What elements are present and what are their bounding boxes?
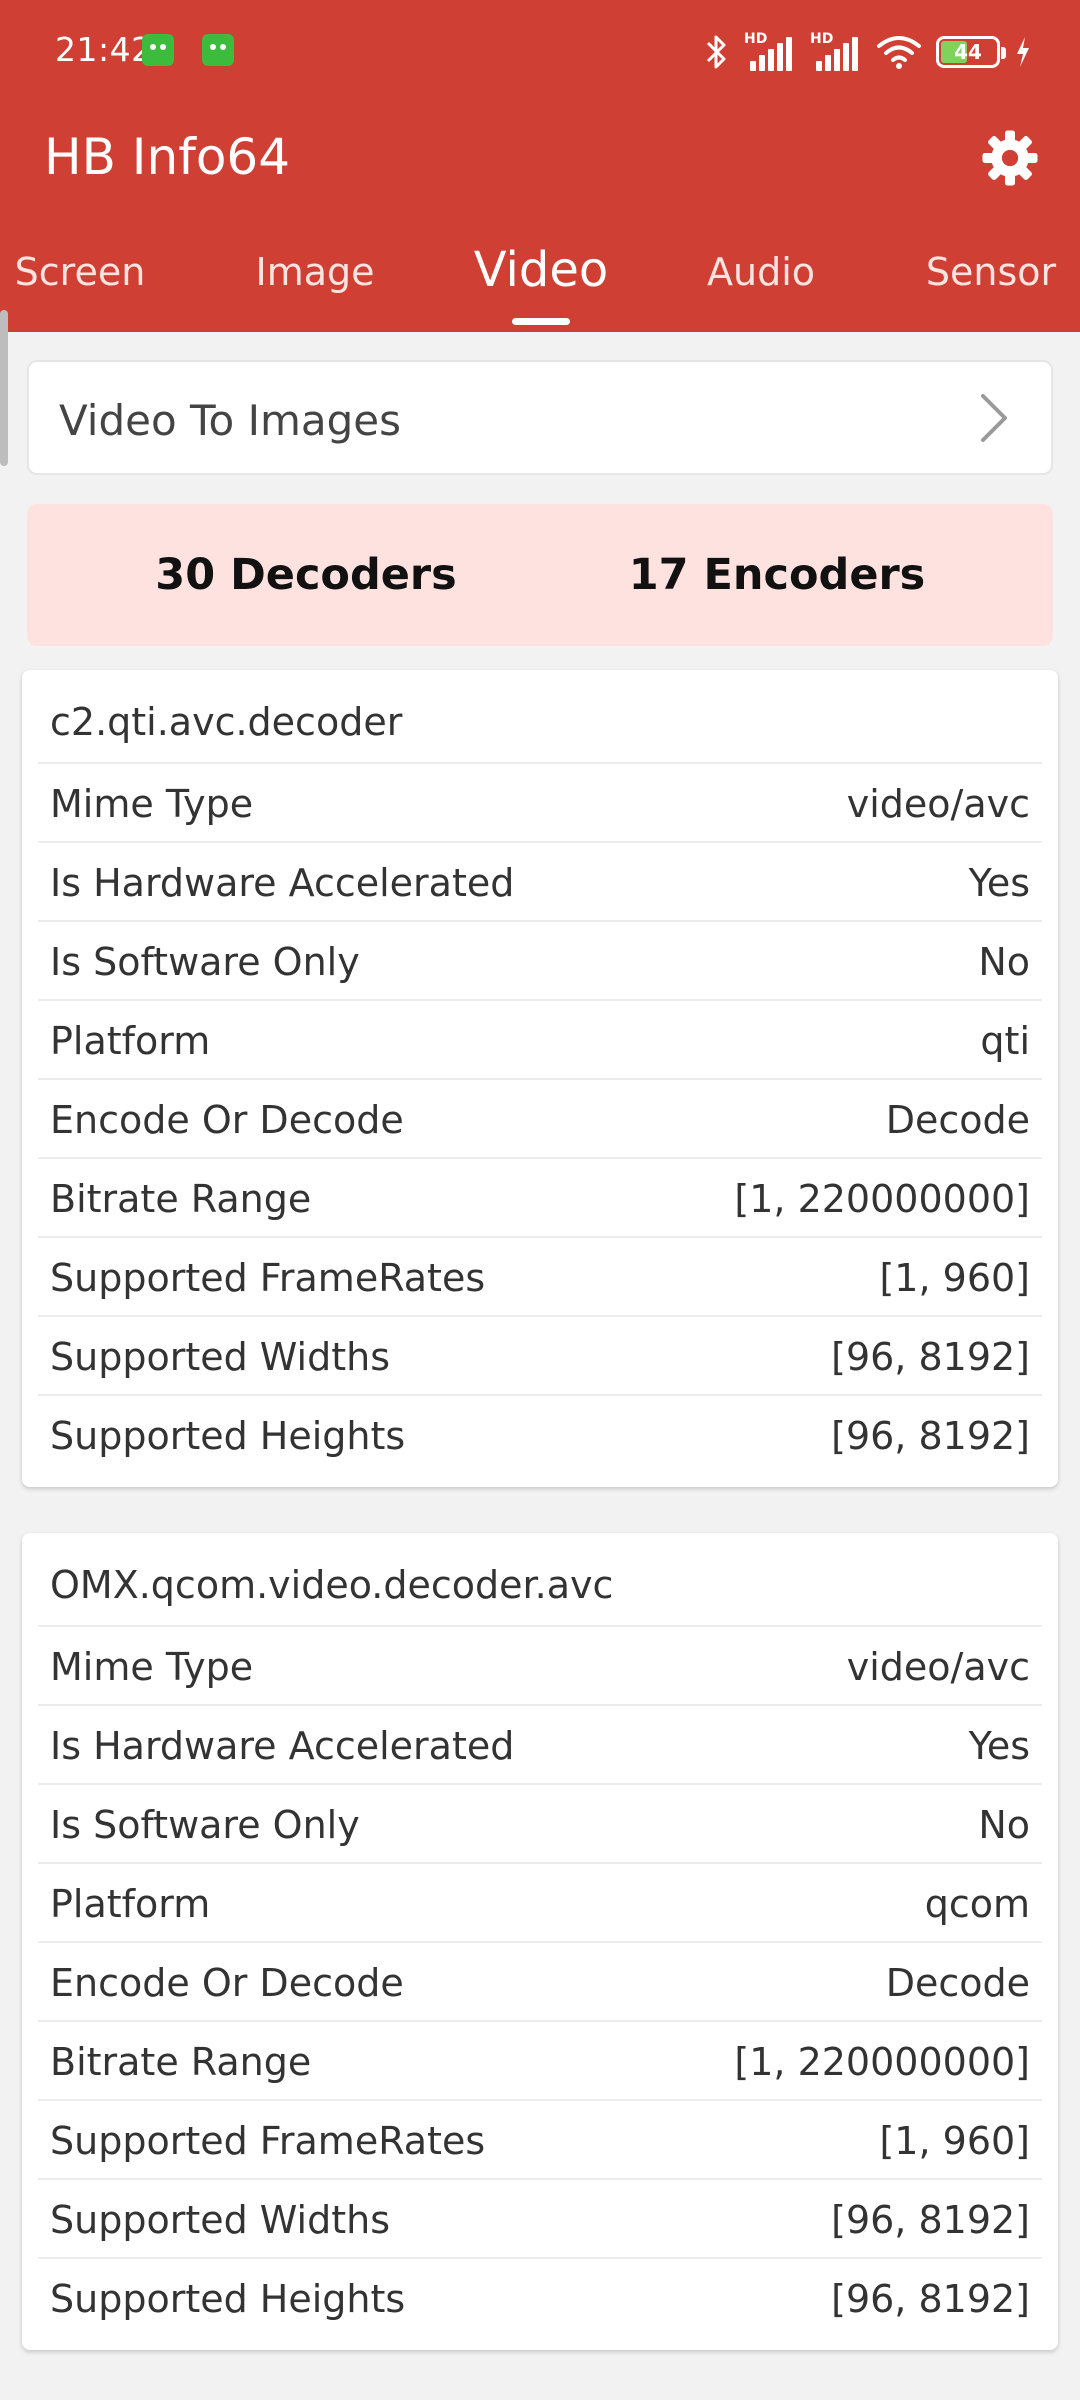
table-row: Encode Or Decode Decode [38, 1078, 1042, 1157]
table-row: Bitrate Range [1, 220000000] [38, 2020, 1042, 2099]
scrollbar[interactable] [0, 310, 8, 466]
battery-icon: 44 [936, 36, 1006, 68]
table-row: Bitrate Range [1, 220000000] [38, 1157, 1042, 1236]
app-bar: 21:42 HD HD 44 HB Info64 Screen Image Vi… [0, 0, 1080, 332]
table-row: Supported Widths [96, 8192] [38, 2178, 1042, 2257]
tab-sensor[interactable]: Sensor [926, 250, 1056, 294]
codec-name: c2.qti.avc.decoder [50, 700, 403, 744]
tab-video[interactable]: Video [474, 242, 608, 298]
wifi-icon [877, 36, 921, 69]
hd-signal-icon: HD [810, 31, 862, 71]
tab-image[interactable]: Image [255, 250, 374, 294]
table-row: Supported Widths [96, 8192] [38, 1315, 1042, 1394]
codec-card: OMX.qcom.video.decoder.avc Mime Type vide… [22, 1533, 1058, 2350]
video-to-images-button[interactable]: Video To Images [27, 360, 1053, 475]
codec-card: c2.qti.avc.decoder Mime Type video/avc Is… [22, 670, 1058, 1487]
table-row: Platform qcom [38, 1862, 1042, 1941]
table-row: Mime Type video/avc [38, 1625, 1042, 1704]
charging-icon [1017, 37, 1029, 67]
bluetooth-icon [706, 35, 726, 69]
tab-screen[interactable]: Screen [15, 250, 146, 294]
tab-audio[interactable]: Audio [707, 250, 815, 294]
table-row: Mime Type video/avc [38, 762, 1042, 841]
android-notification-icon [142, 34, 174, 66]
codec-summary: 30 Decoders 17 Encoders [27, 504, 1053, 646]
encoders-count[interactable]: 17 Encoders [629, 550, 926, 600]
table-row: Supported Heights [96, 8192] [38, 2257, 1042, 2336]
status-bar: 21:42 HD HD 44 [0, 0, 1080, 104]
codec-name: OMX.qcom.video.decoder.avc [50, 1563, 614, 1607]
table-row: Supported Heights [96, 8192] [38, 1394, 1042, 1473]
tab-indicator [512, 318, 570, 325]
table-row: Is Software Only No [38, 1783, 1042, 1862]
chevron-right-icon [981, 394, 1007, 442]
table-row: Supported FrameRates [1, 960] [38, 1236, 1042, 1315]
table-row: Encode Or Decode Decode [38, 1941, 1042, 2020]
table-row: Platform qti [38, 999, 1042, 1078]
table-row: Is Hardware Accelerated Yes [38, 841, 1042, 920]
video-to-images-label: Video To Images [59, 396, 402, 445]
hd-signal-icon: HD [744, 31, 796, 71]
app-title: HB Info64 [44, 128, 291, 186]
tab-bar: Screen Image Video Audio Sensor [0, 242, 1080, 332]
table-row: Is Software Only No [38, 920, 1042, 999]
decoders-count[interactable]: 30 Decoders [155, 550, 456, 600]
status-icons: HD HD 44 [704, 30, 1032, 74]
status-time: 21:42 [55, 30, 153, 69]
table-row: Is Hardware Accelerated Yes [38, 1704, 1042, 1783]
android-notification-icon [202, 34, 234, 66]
table-row: Supported FrameRates [1, 960] [38, 2099, 1042, 2178]
gear-icon[interactable] [980, 128, 1040, 188]
